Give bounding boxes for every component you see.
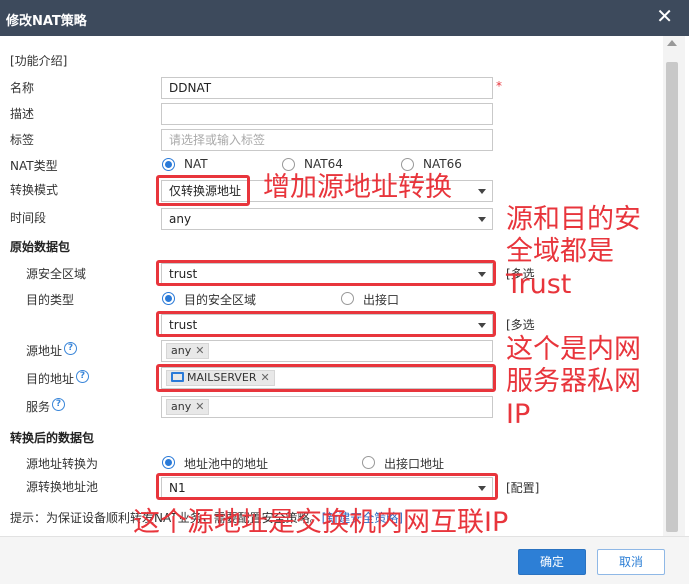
pool-label: 源转换地址池 bbox=[26, 480, 99, 494]
radio-out-iface[interactable] bbox=[341, 292, 354, 305]
original-header: 原始数据包 bbox=[10, 240, 71, 254]
multi-select-link-2[interactable]: [多选 bbox=[506, 316, 535, 333]
radio-out-iface-addr[interactable] bbox=[362, 456, 375, 469]
cancel-button[interactable]: 取消 bbox=[597, 549, 665, 575]
dst-zone-select[interactable]: trust bbox=[161, 314, 493, 336]
required-mark: * bbox=[496, 79, 502, 93]
remove-tag-icon[interactable]: ✕ bbox=[260, 371, 269, 384]
chevron-down-icon bbox=[478, 486, 486, 491]
tag-input[interactable]: 请选择或输入标签 bbox=[161, 129, 493, 151]
radio-nat[interactable] bbox=[162, 158, 175, 171]
desc-label: 描述 bbox=[10, 107, 35, 121]
src-zone-label: 源安全区域 bbox=[26, 267, 87, 281]
mode-label: 转换模式 bbox=[10, 183, 59, 197]
src-addr-field[interactable] bbox=[161, 340, 493, 362]
scroll-up-icon[interactable] bbox=[667, 40, 677, 46]
nattype-label: NAT类型 bbox=[10, 159, 58, 173]
mode-value: 仅转换源地址 bbox=[169, 184, 242, 198]
radio-nat64-label: NAT64 bbox=[304, 157, 343, 171]
radio-out-iface-addr-label: 出接口地址 bbox=[384, 457, 445, 471]
help-icon[interactable]: ? bbox=[76, 370, 89, 383]
desc-field[interactable] bbox=[161, 103, 493, 125]
radio-pool-addr[interactable] bbox=[162, 456, 175, 469]
dst-addr-tag: MAILSERVER ✕ bbox=[166, 370, 275, 386]
pool-value: N1 bbox=[169, 481, 186, 495]
service-tag: any ✕ bbox=[166, 399, 210, 415]
chevron-down-icon bbox=[478, 323, 486, 328]
intro-link[interactable]: [功能介绍] bbox=[10, 52, 67, 69]
dialog-title: 修改NAT策略 bbox=[6, 14, 87, 29]
radio-pool-addr-label: 地址池中的地址 bbox=[184, 457, 269, 471]
name-field[interactable]: DDNAT bbox=[161, 77, 493, 99]
pool-select[interactable]: N1 bbox=[161, 477, 493, 499]
chevron-down-icon bbox=[478, 272, 486, 277]
tag-label: 标签 bbox=[10, 133, 35, 147]
src-addr-tag: any ✕ bbox=[166, 343, 210, 359]
time-value: any bbox=[169, 212, 192, 226]
ok-button[interactable]: 确定 bbox=[518, 549, 586, 575]
annotation-2: 源和目的安全域都是Trust bbox=[506, 204, 641, 300]
remove-tag-icon[interactable]: ✕ bbox=[195, 400, 204, 413]
help-icon[interactable]: ? bbox=[52, 398, 65, 411]
scrollbar-thumb[interactable] bbox=[666, 62, 678, 532]
annotation-4: 这个源地址是交换机内网互联IP bbox=[133, 507, 509, 538]
radio-nat64[interactable] bbox=[282, 158, 295, 171]
radio-dst-zone-label: 目的安全区域 bbox=[184, 293, 257, 307]
time-label: 时间段 bbox=[10, 211, 47, 225]
time-select[interactable]: any bbox=[161, 208, 493, 230]
radio-nat66-label: NAT66 bbox=[423, 157, 462, 171]
chevron-down-icon bbox=[478, 217, 486, 222]
dst-addr-label: 目的地址 bbox=[26, 372, 75, 386]
service-label: 服务 bbox=[26, 400, 51, 414]
service-field[interactable] bbox=[161, 396, 493, 418]
config-link[interactable]: [配置] bbox=[506, 479, 539, 496]
src-addr-label: 源地址 bbox=[26, 344, 63, 358]
dialog-titlebar: 修改NAT策略 ✕ bbox=[0, 0, 689, 36]
server-icon bbox=[171, 372, 184, 382]
help-icon[interactable]: ? bbox=[64, 342, 77, 355]
remove-tag-icon[interactable]: ✕ bbox=[195, 344, 204, 357]
annotation-3: 这个是内网服务器私网IP bbox=[506, 334, 641, 430]
close-icon[interactable]: ✕ bbox=[656, 6, 673, 26]
translated-header: 转换后的数据包 bbox=[10, 431, 95, 445]
src-trans-label: 源地址转换为 bbox=[26, 457, 99, 471]
chevron-down-icon bbox=[478, 189, 486, 194]
dialog-footer: 确定 取消 bbox=[0, 536, 689, 584]
annotation-1: 增加源地址转换 bbox=[263, 172, 452, 203]
dst-type-label: 目的类型 bbox=[26, 293, 75, 307]
name-label: 名称 bbox=[10, 81, 35, 95]
radio-nat-label: NAT bbox=[184, 157, 208, 171]
radio-out-iface-label: 出接口 bbox=[363, 293, 400, 307]
src-zone-select[interactable]: trust bbox=[161, 263, 493, 285]
src-zone-value: trust bbox=[169, 267, 198, 281]
dst-zone-value: trust bbox=[169, 318, 198, 332]
radio-nat66[interactable] bbox=[401, 158, 414, 171]
radio-dst-zone[interactable] bbox=[162, 292, 175, 305]
